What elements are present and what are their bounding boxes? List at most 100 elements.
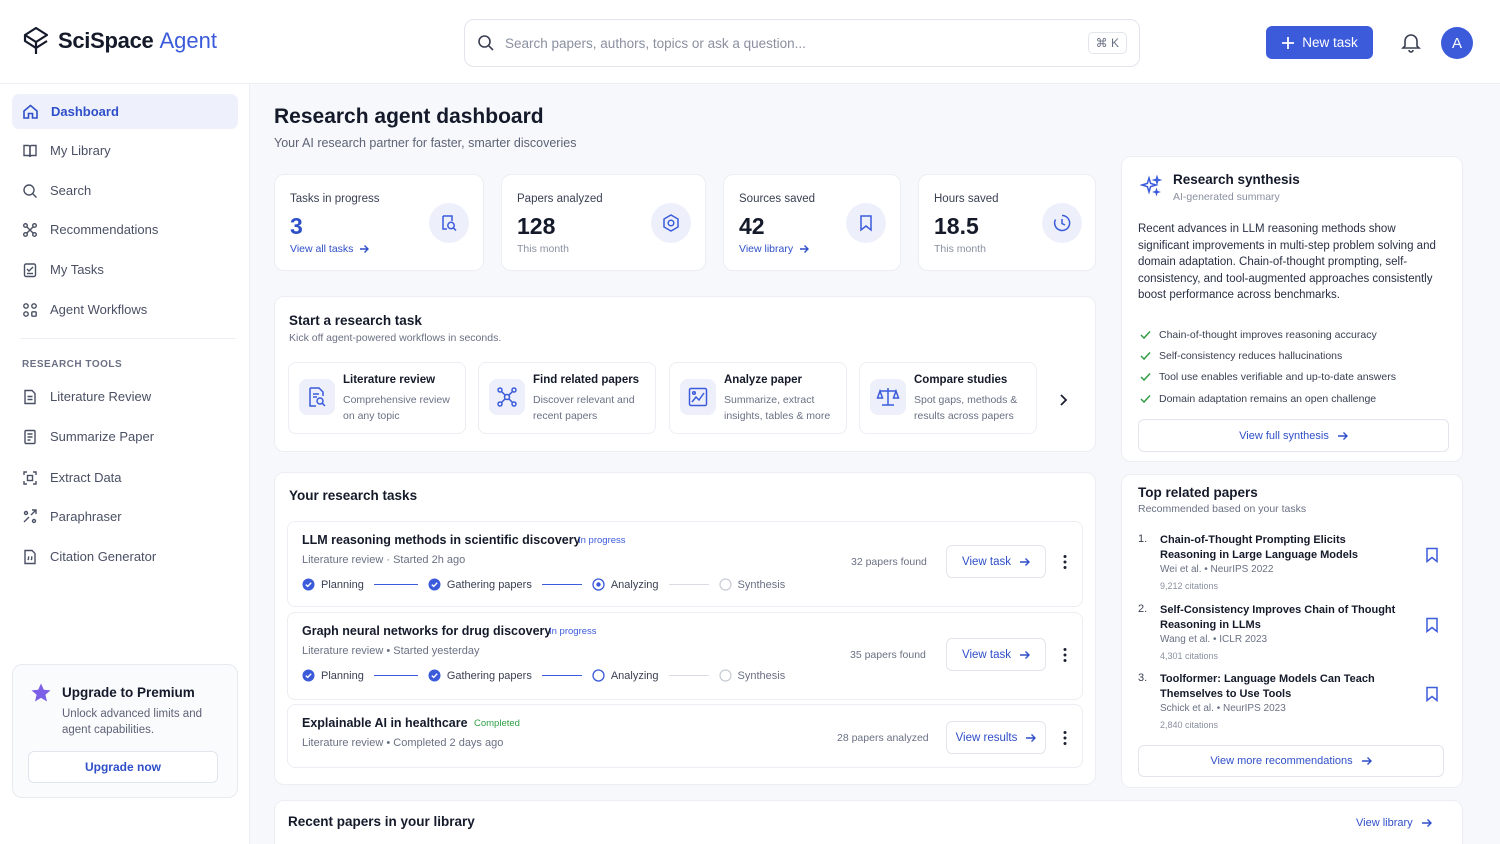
- sidebar-item-citation-generator[interactable]: Citation Generator: [12, 539, 238, 574]
- step-label: Gathering papers: [446, 578, 532, 591]
- stat-icon-wrap: [651, 203, 691, 243]
- task-menu-button[interactable]: [1062, 554, 1068, 570]
- upgrade-title: Upgrade to Premium: [62, 685, 195, 700]
- plus-icon: [1282, 36, 1295, 49]
- check-icon: [1140, 330, 1151, 339]
- sidebar-item-agent-workflows[interactable]: Agent Workflows: [12, 292, 238, 327]
- new-task-button[interactable]: New task: [1266, 26, 1373, 59]
- view-library-link[interactable]: View library: [739, 243, 810, 255]
- tool-title: Find related papers: [533, 374, 640, 386]
- notifications-button[interactable]: [1400, 31, 1422, 53]
- sidebar-item-label: Summarize Paper: [50, 429, 155, 444]
- point-text: Tool use enables verifiable and up-to-da…: [1159, 371, 1396, 384]
- paper-citations: 4,301 citations: [1160, 651, 1219, 661]
- synthesis-title: Research synthesis: [1173, 172, 1300, 187]
- search-icon: [478, 35, 494, 51]
- view-library-link[interactable]: View library: [1356, 817, 1432, 829]
- sidebar-item-recommendations[interactable]: Recommendations: [12, 212, 238, 247]
- sidebar-item-summarize-paper[interactable]: Summarize Paper: [12, 419, 238, 454]
- list-item[interactable]: 3. Toolformer: Language Models Can Teach…: [1138, 672, 1438, 730]
- sparkle-nodes-icon: [23, 222, 37, 237]
- bookmark-button[interactable]: [1425, 686, 1439, 702]
- tool-description: Comprehensive review on any topic: [343, 394, 450, 422]
- step-connector: [541, 583, 582, 586]
- sidebar-item-label: My Library: [50, 143, 111, 158]
- new-task-label: New task: [1302, 35, 1358, 50]
- sidebar-item-literature-review[interactable]: Literature Review: [12, 379, 238, 414]
- scale-icon: [876, 388, 900, 406]
- sidebar-item-dashboard[interactable]: Dashboard: [12, 94, 238, 129]
- view-task-button[interactable]: View task: [946, 638, 1046, 671]
- stat-card-papers: Papers analyzed 128 This month: [501, 174, 706, 271]
- list-item[interactable]: 1. Chain-of-Thought Prompting Elicits Re…: [1138, 533, 1438, 591]
- task-row[interactable]: LLM reasoning methods in scientific disc…: [287, 521, 1083, 607]
- step-label: Synthesis: [737, 669, 786, 682]
- tool-title: Literature review: [343, 374, 436, 386]
- task-menu-button[interactable]: [1062, 730, 1068, 746]
- check-icon: [1140, 351, 1151, 361]
- task-menu-button[interactable]: [1062, 647, 1068, 663]
- sidebar-item-paraphraser[interactable]: Paraphraser: [12, 499, 238, 534]
- task-meta: Literature review • Completed 2 days ago: [302, 737, 504, 749]
- search-input[interactable]: [505, 35, 1088, 51]
- step-analyzing: Analyzing: [592, 669, 659, 682]
- sidebar-item-extract-data[interactable]: Extract Data: [12, 460, 238, 495]
- tool-analyze-paper[interactable]: Analyze paper Summarize, extract insight…: [669, 362, 847, 434]
- stat-foot: This month: [934, 243, 986, 255]
- step-label: Gathering papers: [446, 669, 532, 682]
- stat-foot-label: View all tasks: [290, 243, 354, 255]
- scispace-logo-icon: [23, 26, 49, 54]
- stat-card-sources: Sources saved 42 View library: [723, 174, 901, 271]
- sidebar-item-my-tasks[interactable]: My Tasks: [12, 252, 238, 287]
- book-icon: [23, 144, 37, 157]
- stat-icon-wrap: [1042, 203, 1082, 243]
- tool-description: Spot gaps, methods & results across pape…: [914, 394, 1018, 422]
- step-connector: [668, 674, 709, 677]
- bookmark-button[interactable]: [1425, 617, 1439, 633]
- tool-literature-review[interactable]: Literature review Comprehensive review o…: [288, 362, 466, 434]
- step-label: Analyzing: [610, 578, 659, 591]
- upgrade-description: Unlock advanced limits and agent capabil…: [62, 708, 202, 736]
- current-step-icon: [592, 669, 605, 682]
- task-row[interactable]: Graph neural networks for drug discovery…: [287, 612, 1083, 700]
- task-title: Graph neural networks for drug discovery: [302, 624, 552, 638]
- tool-find-related-papers[interactable]: Find related papers Discover relevant an…: [478, 362, 656, 434]
- bookmark-button[interactable]: [1425, 547, 1439, 563]
- view-results-button[interactable]: View results: [946, 721, 1046, 754]
- status-badge: In progress: [578, 535, 626, 546]
- arrow-right-icon: [360, 245, 370, 253]
- stat-value: 42: [739, 213, 765, 239]
- tool-compare-studies[interactable]: Compare studies Spot gaps, methods & res…: [859, 362, 1037, 434]
- list-item[interactable]: 2. Self-Consistency Improves Chain of Th…: [1138, 603, 1438, 661]
- related-papers-panel: Top related papers Recommended based on …: [1121, 474, 1463, 788]
- view-full-synthesis-button[interactable]: View full synthesis: [1138, 419, 1449, 452]
- button-label: View full synthesis: [1239, 429, 1329, 442]
- tool-description: Discover relevant and recent papers: [533, 394, 635, 422]
- search-bar[interactable]: ⌘ K: [464, 19, 1140, 67]
- kebab-menu-icon: [1063, 648, 1067, 662]
- view-task-button[interactable]: View task: [946, 545, 1046, 578]
- task-row[interactable]: Explainable AI in healthcare Completed L…: [287, 704, 1083, 768]
- step-analyzing: Analyzing: [592, 578, 659, 591]
- recent-papers-panel: Recent papers in your library View libra…: [274, 800, 1463, 844]
- kebab-menu-icon: [1063, 731, 1067, 745]
- paper-citations: 9,212 citations: [1160, 581, 1219, 591]
- step-connector: [668, 583, 709, 586]
- upgrade-now-button[interactable]: Upgrade now: [28, 751, 218, 783]
- step-gathering: Gathering papers: [428, 578, 532, 591]
- page-subtitle: Your AI research partner for faster, sma…: [274, 136, 577, 150]
- step-label: Analyzing: [610, 669, 659, 682]
- tools-next-button[interactable]: [1056, 393, 1070, 407]
- sidebar-item-label: My Tasks: [50, 262, 104, 277]
- check-circle-icon: [302, 578, 315, 591]
- view-all-tasks-link[interactable]: View all tasks: [290, 243, 370, 255]
- avatar[interactable]: A: [1441, 27, 1473, 59]
- sidebar-item-my-library[interactable]: My Library: [12, 133, 238, 168]
- tool-title: Analyze paper: [724, 374, 802, 386]
- paper-meta: Schick et al. • NeurIPS 2023: [1160, 703, 1286, 714]
- synthesis-points: Chain-of-thought improves reasoning accu…: [1140, 324, 1396, 409]
- logo[interactable]: SciSpace Agent: [22, 26, 217, 56]
- sidebar-item-search[interactable]: Search: [12, 173, 238, 208]
- task-progress-steps: Planning Gathering papers Analyzing Synt…: [302, 578, 785, 591]
- view-more-recommendations-button[interactable]: View more recommendations: [1138, 745, 1444, 777]
